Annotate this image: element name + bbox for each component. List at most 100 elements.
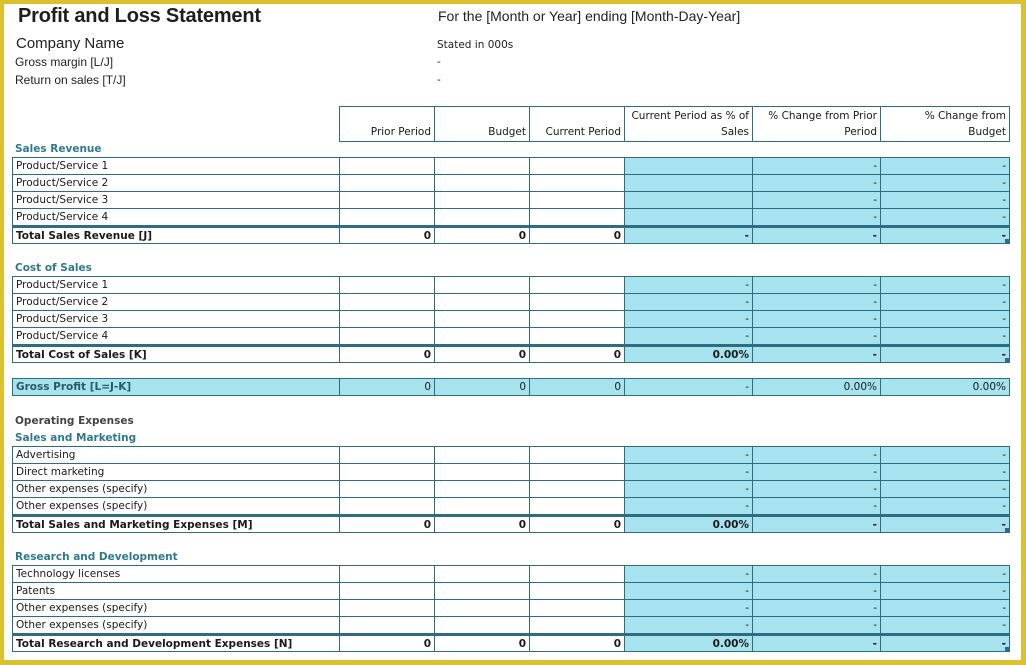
gross-profit-row-cell[interactable]: 0 xyxy=(339,378,435,396)
table-row-cell[interactable] xyxy=(529,565,625,583)
table-row-cell[interactable] xyxy=(339,157,435,175)
table-row-cell[interactable] xyxy=(339,174,435,192)
table-row-cell[interactable] xyxy=(434,565,530,583)
table-row-cell[interactable] xyxy=(529,208,625,226)
table-row-cell[interactable] xyxy=(434,293,530,311)
gross-profit-row-cell[interactable]: 0 xyxy=(529,378,625,396)
table-row-cell: - xyxy=(880,208,1010,226)
table-row-cell[interactable] xyxy=(529,616,625,634)
total-row-cell: - xyxy=(880,226,1010,244)
total-row-cell[interactable]: 0 xyxy=(434,634,530,652)
table-row-cell: - xyxy=(880,157,1010,175)
return-on-sales-label: Return on sales [T/J] xyxy=(15,73,126,87)
total-row-cell[interactable]: 0 xyxy=(529,226,625,244)
table-row-cell[interactable] xyxy=(434,157,530,175)
table-row-label: Advertising xyxy=(12,446,340,464)
table-row-cell[interactable] xyxy=(529,276,625,294)
table-row-label: Other expenses (specify) xyxy=(12,497,340,515)
table-row-cell: - xyxy=(752,174,881,192)
table-row-cell[interactable] xyxy=(339,276,435,294)
table-row-cell[interactable] xyxy=(339,327,435,345)
operating-expenses-label: Operating Expenses xyxy=(15,415,134,427)
fill-handle[interactable] xyxy=(1005,647,1009,651)
total-row-cell[interactable]: 0 xyxy=(434,515,530,533)
table-row-cell[interactable] xyxy=(434,480,530,498)
table-row-cell[interactable] xyxy=(339,293,435,311)
fill-handle[interactable] xyxy=(1005,358,1009,362)
table-row-cell[interactable] xyxy=(339,599,435,617)
total-row-cell[interactable]: 0 xyxy=(339,634,435,652)
column-header: Current Period as % of Sales xyxy=(624,106,753,142)
table-row-cell[interactable] xyxy=(434,327,530,345)
table-row-cell[interactable] xyxy=(339,446,435,464)
table-row-label: Patents xyxy=(12,582,340,600)
total-row-cell[interactable]: 0 xyxy=(339,226,435,244)
company-name[interactable]: Company Name xyxy=(16,35,124,52)
table-row-cell[interactable] xyxy=(434,174,530,192)
table-row-cell[interactable] xyxy=(339,565,435,583)
stated-in-note: Stated in 000s xyxy=(437,39,514,51)
table-row-cell[interactable] xyxy=(339,582,435,600)
table-row-cell[interactable] xyxy=(434,463,530,481)
gross-margin-value: - xyxy=(437,56,441,68)
total-row-cell[interactable]: 0 xyxy=(434,345,530,363)
table-row-cell[interactable] xyxy=(339,191,435,209)
table-row-cell[interactable] xyxy=(339,480,435,498)
table-row-cell: - xyxy=(624,293,753,311)
total-row-cell[interactable]: 0 xyxy=(339,345,435,363)
gross-profit-row-cell: 0.00% xyxy=(752,378,881,396)
table-row-cell: - xyxy=(880,191,1010,209)
total-row-cell[interactable]: 0 xyxy=(339,515,435,533)
table-row-cell[interactable] xyxy=(529,191,625,209)
table-row-label: Product/Service 4 xyxy=(12,208,340,226)
table-row-cell[interactable] xyxy=(339,463,435,481)
fill-handle[interactable] xyxy=(1005,528,1009,532)
table-row-cell: - xyxy=(880,480,1010,498)
table-row-cell[interactable] xyxy=(434,582,530,600)
table-row-cell[interactable] xyxy=(339,497,435,515)
table-row-cell: - xyxy=(752,157,881,175)
gross-profit-row-cell[interactable]: 0 xyxy=(434,378,530,396)
total-row-cell[interactable]: 0 xyxy=(434,226,530,244)
table-row-cell[interactable] xyxy=(434,446,530,464)
total-row-cell[interactable]: 0 xyxy=(529,345,625,363)
table-row-cell[interactable] xyxy=(529,480,625,498)
table-row-cell[interactable] xyxy=(339,310,435,328)
table-row-cell[interactable] xyxy=(339,208,435,226)
table-row-label: Product/Service 2 xyxy=(12,293,340,311)
table-row-cell: - xyxy=(880,565,1010,583)
total-row-cell: - xyxy=(880,515,1010,533)
table-row-cell[interactable] xyxy=(434,310,530,328)
table-row-cell[interactable] xyxy=(529,174,625,192)
table-row-cell[interactable] xyxy=(434,208,530,226)
table-row-cell: - xyxy=(880,463,1010,481)
table-row-cell[interactable] xyxy=(434,599,530,617)
table-row-cell: - xyxy=(752,446,881,464)
table-row-cell[interactable] xyxy=(529,446,625,464)
total-row-cell[interactable]: 0 xyxy=(529,634,625,652)
fill-handle[interactable] xyxy=(1005,239,1009,243)
total-row-label: Total Sales and Marketing Expenses [M] xyxy=(12,515,340,533)
table-row-cell: - xyxy=(752,463,881,481)
table-row-cell[interactable] xyxy=(529,293,625,311)
table-row-cell[interactable] xyxy=(529,463,625,481)
table-row-cell[interactable] xyxy=(434,191,530,209)
table-row-cell[interactable] xyxy=(339,616,435,634)
reporting-period[interactable]: For the [Month or Year] ending [Month-Da… xyxy=(438,8,740,24)
table-row-cell[interactable] xyxy=(529,582,625,600)
table-row-cell[interactable] xyxy=(434,497,530,515)
table-row-label: Product/Service 1 xyxy=(12,276,340,294)
total-row-cell[interactable]: 0 xyxy=(529,515,625,533)
table-row-cell: - xyxy=(624,582,753,600)
table-row-cell[interactable] xyxy=(529,310,625,328)
table-row-cell[interactable] xyxy=(529,599,625,617)
table-row-cell[interactable] xyxy=(434,616,530,634)
total-row-cell: - xyxy=(880,634,1010,652)
table-row-cell[interactable] xyxy=(434,276,530,294)
table-row-cell[interactable] xyxy=(529,327,625,345)
table-row-cell: - xyxy=(624,480,753,498)
table-row-cell[interactable] xyxy=(529,497,625,515)
table-row-cell[interactable] xyxy=(529,157,625,175)
table-row-cell: - xyxy=(752,480,881,498)
table-row-label: Product/Service 1 xyxy=(12,157,340,175)
